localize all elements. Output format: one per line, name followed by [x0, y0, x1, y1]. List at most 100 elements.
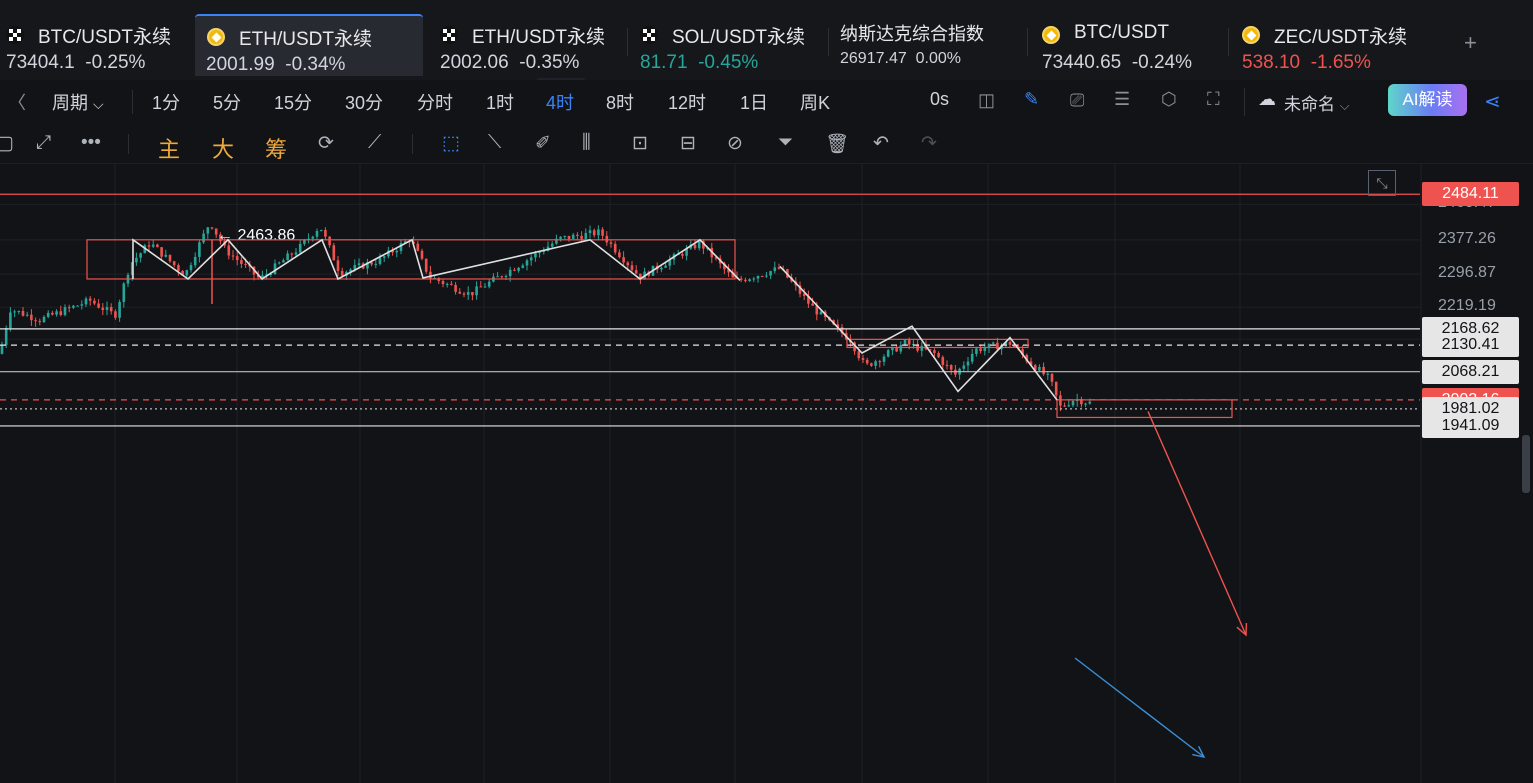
candle-body [626, 262, 630, 266]
sync-icon[interactable]: ⟳ [318, 132, 334, 155]
interval-toolbar: 〈 周期 ⌵ 1分 5分 15分 30分 分时 1时 4时 8时 12时 1日 … [0, 80, 1533, 124]
interval-1m[interactable]: 1分 [152, 89, 180, 115]
candle-body [1046, 373, 1050, 375]
add-ticker-icon[interactable]: + [1464, 30, 1477, 56]
candle-body [878, 361, 882, 363]
interval-5m[interactable]: 5分 [213, 89, 241, 115]
layout-name-dropdown[interactable]: 未命名 ⌵ [1284, 90, 1350, 115]
pencil-icon[interactable]: ✎ [1024, 89, 1039, 110]
candle-body [605, 235, 609, 243]
candle-body [185, 270, 189, 276]
interval-1h[interactable]: 1时 [486, 89, 514, 115]
candle-body [429, 271, 432, 279]
settings-icon[interactable]: ⬡ [1161, 89, 1177, 110]
candle-body [941, 357, 945, 365]
candle-body [198, 242, 201, 257]
candle-body [697, 241, 701, 249]
ticker-eth-perp-2[interactable]: ETH/USDT永续 2002.06 -0.35% [430, 14, 620, 76]
ticker-zec-perp[interactable]: ZEC/USDT永续 538.10 -1.65% [1232, 14, 1432, 76]
interval-30m[interactable]: 30分 [345, 89, 383, 115]
ticker-btc-spot[interactable]: BTC/USDT 73440.65 -0.24% [1032, 14, 1222, 76]
ticker-eth-perp-active[interactable]: ETH/USDT永续 2001.99 -0.34% [195, 14, 423, 76]
indicator-main[interactable]: 主 [158, 132, 180, 164]
candle-body [613, 243, 617, 253]
price-chart[interactable]: ← 2463.86 ⤡ 2460.472377.262296.872219.19… [0, 164, 1533, 783]
ticker-price: 26917.47 0.00% [840, 50, 961, 67]
price-line-label: 1941.09 [1422, 413, 1519, 438]
candle-body [139, 253, 142, 258]
trash-icon[interactable]: 🗑 [825, 132, 849, 156]
share-icon[interactable]: ⋖ [1484, 89, 1501, 114]
redo-icon[interactable]: ↷ [921, 132, 937, 155]
ruler-icon[interactable]: ⟍ [488, 132, 501, 154]
candle-body [634, 270, 638, 274]
comment-icon[interactable]: ⎚ [1070, 90, 1084, 111]
interval-8h[interactable]: 8时 [606, 89, 634, 115]
filter-icon[interactable]: ⏷ [778, 132, 793, 154]
ticker-price: 2002.06 -0.35% [440, 52, 580, 73]
candle-body [1088, 401, 1092, 404]
ticker-name: ZEC/USDT永续 [1274, 27, 1408, 48]
candle-body [261, 275, 264, 278]
candle-body [513, 269, 516, 271]
interval-4h[interactable]: 4时 [546, 89, 574, 115]
cursor-icon[interactable]: ⬚ [442, 132, 460, 155]
interval-12h[interactable]: 12时 [668, 89, 706, 115]
ticker-price: 73440.65 -0.24% [1042, 52, 1193, 73]
candles-icon[interactable]: ⫼ [582, 132, 591, 154]
candle-body [979, 348, 982, 352]
lock-icon[interactable]: ⊡ [632, 132, 648, 155]
undo-icon[interactable]: ↶ [873, 132, 889, 155]
ticker-sol-perp[interactable]: SOL/USDT永续 81.71 -0.45% [632, 14, 822, 76]
candle-body [156, 244, 159, 248]
candle-body [76, 305, 79, 307]
candle-body [88, 298, 92, 301]
more-icon[interactable]: ••• [81, 132, 101, 154]
list-icon[interactable]: ☰ [1114, 89, 1130, 110]
indicator-chips[interactable]: 筹 [265, 132, 287, 164]
ai-analysis-button[interactable]: AI解读 [1388, 84, 1467, 116]
candle-body [949, 365, 953, 370]
interval-1d[interactable]: 1日 [740, 89, 768, 115]
candle-body [441, 281, 445, 285]
rectangle-tool-icon[interactable]: ▢ [0, 132, 14, 155]
candle-body [563, 235, 567, 237]
bnb-icon [207, 28, 225, 46]
interval-time[interactable]: 分时 [417, 89, 453, 115]
candle-body [966, 361, 970, 366]
bnb-icon [1042, 26, 1060, 44]
ticker-btc-perp[interactable]: BTC/USDT永续 73404.1 -0.25% [0, 14, 192, 76]
chevron-down-icon: ⌵ [1339, 98, 1350, 113]
candle-body [458, 291, 462, 294]
chart-canvas[interactable]: ← 2463.86 [0, 164, 1533, 783]
period-dropdown[interactable]: 周期 ⌵ [52, 89, 104, 115]
fullscreen-icon[interactable]: ⛶ [1207, 89, 1220, 110]
candle-body [664, 265, 667, 268]
magnet-icon[interactable]: ⊘ [727, 132, 743, 155]
candle-body [290, 253, 294, 255]
candle-body [882, 356, 886, 362]
candle-body [899, 345, 903, 352]
candle-body [811, 303, 814, 306]
candle-body [13, 311, 16, 313]
candle-body [1067, 405, 1071, 407]
camera-icon[interactable]: ◫ [978, 90, 995, 111]
price-scale-handle[interactable] [1522, 435, 1530, 493]
ticker-name: ETH/USDT永续 [472, 27, 606, 48]
candle-body [588, 230, 592, 233]
line-tool-icon[interactable]: ⤢ [36, 132, 51, 154]
candle-body [193, 256, 197, 266]
period-dropdown[interactable]: 〈 [8, 89, 26, 115]
ticker-separator [627, 28, 628, 56]
ticker-nasdaq[interactable]: 纳斯达克综合指数 26917.47 0.00% [832, 14, 1022, 76]
candle-body [51, 312, 54, 315]
interval-1w[interactable]: 周K [800, 89, 830, 115]
chart-expand-icon[interactable]: ⤡ [1368, 170, 1396, 196]
candle-body [282, 260, 285, 263]
edit-list-icon[interactable]: ⊟ [680, 132, 696, 155]
candle-body [534, 253, 537, 258]
brush-icon[interactable]: ✐ [535, 132, 551, 155]
indicator-big[interactable]: 大 [212, 132, 234, 164]
interval-15m[interactable]: 15分 [274, 89, 312, 115]
trend-tool-icon[interactable]: ⟋ [368, 132, 381, 154]
